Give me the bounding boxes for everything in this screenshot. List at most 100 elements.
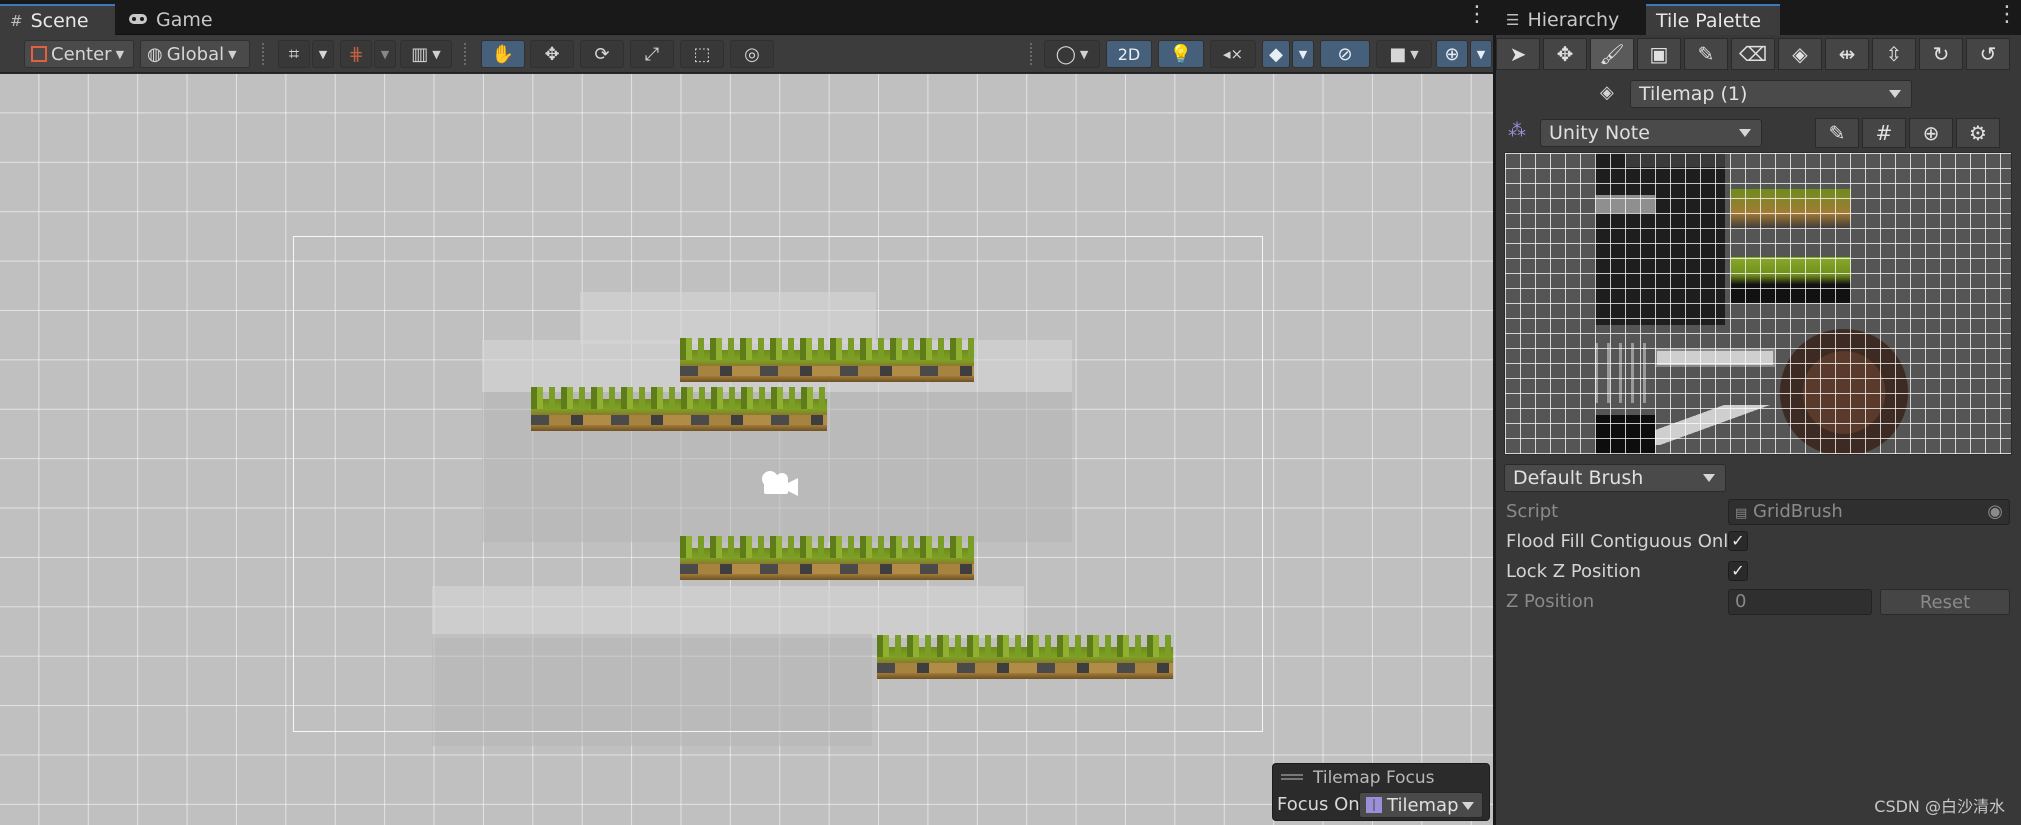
rotate-clockwise-icon: ↻ [1932,42,1950,66]
grid-visibility-dropdown[interactable]: ▥ ▼ [400,40,452,68]
gamepad-icon [128,11,148,29]
effects-toggle[interactable]: ◆ [1262,40,1290,68]
transform-tool-button[interactable]: ◎ [730,40,774,68]
grass-platform-tile [680,338,974,382]
tilemap-icon [1366,797,1382,813]
tab-hierarchy[interactable]: ☰ Hierarchy [1496,4,1642,35]
palette-gizmos-toggle[interactable]: ⊕ [1909,118,1953,148]
grid-visibility-icon: ▥ [411,43,429,65]
active-tilemap-dropdown[interactable]: Tilemap (1) [1630,80,1912,108]
focus-on-label: Focus On [1277,794,1360,815]
camera-gizmo-icon [762,471,798,496]
grass-platform-tile [877,635,1173,679]
active-tilemap-value: Tilemap (1) [1639,83,1748,105]
flip-x-button[interactable]: ⇹ [1825,38,1869,70]
brush-icon: 🖌 [1599,42,1625,66]
brush-dropdown[interactable]: Default Brush [1504,464,1726,492]
palette-more-menu-icon[interactable]: ⋮ [1996,4,2018,26]
2d-mode-toggle[interactable]: 2D [1106,40,1152,68]
list-icon: ☰ [1506,10,1520,29]
grid-snap-icon: ⌗ [288,43,300,65]
watermark: CSDN @白沙清水 [1874,797,2005,816]
gizmos-dropdown[interactable]: ▼ [1470,40,1492,68]
tab-hierarchy-label: Hierarchy [1527,8,1620,31]
chevron-down-icon: ▼ [1079,47,1089,61]
gear-icon: ⚙ [1969,121,1987,145]
palette-dropdown[interactable]: Unity Note [1540,119,1762,147]
camera-icon: ■ [1389,43,1407,65]
arrow-cursor-icon: ➤ [1509,42,1527,66]
rotate-tool-button[interactable]: ⟳ [580,40,624,68]
draw-mode-dropdown[interactable]: ◯ ▼ [1044,40,1100,68]
flip-y-button[interactable]: ⇳ [1872,38,1916,70]
palette-settings-button[interactable]: ⚙ [1956,118,2000,148]
eraser-button[interactable]: ⌫ [1731,38,1775,70]
palette-grid-view[interactable] [1504,152,2012,455]
flip-horizontal-icon: ⇹ [1838,42,1856,66]
scene-more-menu-icon[interactable]: ⋮ [1466,4,1488,26]
script-value: GridBrush [1753,501,1843,522]
chevron-down-icon: ▼ [318,47,328,61]
move-tile-button[interactable]: ✥ [1543,38,1587,70]
palette-name: Unity Note [1549,122,1650,144]
box-fill-button[interactable]: ▣ [1637,38,1681,70]
2d-mode-label: 2D [1117,44,1141,64]
edit-palette-button[interactable]: ✎ [1815,118,1859,148]
chevron-down-icon [1739,129,1751,137]
rect-tool-button[interactable]: ⬚ [680,40,724,68]
paint-brush-button[interactable]: 🖌 [1590,38,1634,70]
camera-settings-dropdown[interactable]: ■ ▼ [1376,40,1432,68]
effects-dropdown[interactable]: ▼ [1292,40,1314,68]
tilemap-focus-title: Tilemap Focus [1313,768,1435,788]
hidden-objects-toggle[interactable]: ⊘ [1320,40,1370,68]
increment-snap-icon: ⋕ [348,43,364,65]
pivot-rotation-dropdown[interactable]: ◍ Global ▼ [140,40,250,68]
globe-icon: ◍ [147,43,163,65]
chevron-down-icon: ▼ [1476,47,1486,61]
audio-toggle[interactable]: ◂× [1210,40,1256,68]
chevron-down-icon [1703,474,1715,482]
pivot-mode-dropdown[interactable]: Center ▼ [24,40,134,68]
tab-game[interactable]: Game [118,4,218,35]
palette-icon: ⁂ [1508,120,1526,141]
scale-tool-button[interactable]: ⤢ [630,40,674,68]
eyedropper-icon: ✎ [1697,42,1715,66]
gizmo-icon: ⊕ [1444,43,1460,65]
script-file-icon: ▤ [1735,506,1748,521]
checkmark-icon: ✓ [1731,531,1745,550]
lock-z-checkbox[interactable]: ✓ [1728,561,1748,581]
drag-handle-icon[interactable] [1281,774,1303,780]
rotate-counterclockwise-icon: ↺ [1979,42,1997,66]
rotate-cw-button[interactable]: ↻ [1919,38,1963,70]
focus-on-dropdown[interactable]: Tilemap [1359,792,1483,818]
flood-fill-checkbox[interactable]: ✓ [1728,531,1748,551]
z-position-value: 0 [1735,591,1747,612]
palette-grid-toggle[interactable]: # [1862,118,1906,148]
flood-fill-button[interactable]: ◈ [1778,38,1822,70]
grid-snap-button[interactable]: ⌗ [278,40,310,68]
tilemap-focus-overlay: Tilemap Focus Focus On Tilemap [1272,763,1490,821]
move-tool-button[interactable]: ✥ [530,40,574,68]
toolbar-separator [1030,43,1032,65]
hash-icon: # [10,11,23,30]
tab-game-label: Game [156,8,213,31]
select-tool-button[interactable]: ➤ [1496,38,1540,70]
grid-snap-dropdown[interactable]: ▼ [312,40,334,68]
increment-snap-dropdown[interactable]: ▼ [374,40,396,68]
picker-button[interactable]: ✎ [1684,38,1728,70]
transform-icon: ◎ [744,43,760,65]
layers-icon: ◈ [1600,82,1614,103]
view-tool-button[interactable]: ✋ [481,40,525,68]
tab-scene[interactable]: # Scene [0,4,115,35]
object-picker-icon[interactable]: ◉ [1987,500,2003,524]
tab-tile-palette[interactable]: Tile Palette [1646,4,1780,35]
rotate-ccw-button[interactable]: ↺ [1966,38,2010,70]
increment-snap-button[interactable]: ⋕ [340,40,372,68]
script-label: Script [1506,501,1559,522]
layers-icon: ◆ [1269,43,1283,65]
lighting-toggle[interactable]: 💡 [1158,40,1204,68]
scene-viewport[interactable]: Tilemap Focus Focus On Tilemap [0,74,1493,825]
brush-name: Default Brush [1513,467,1644,489]
tab-scene-label: Scene [30,9,89,32]
gizmos-toggle[interactable]: ⊕ [1436,40,1468,68]
